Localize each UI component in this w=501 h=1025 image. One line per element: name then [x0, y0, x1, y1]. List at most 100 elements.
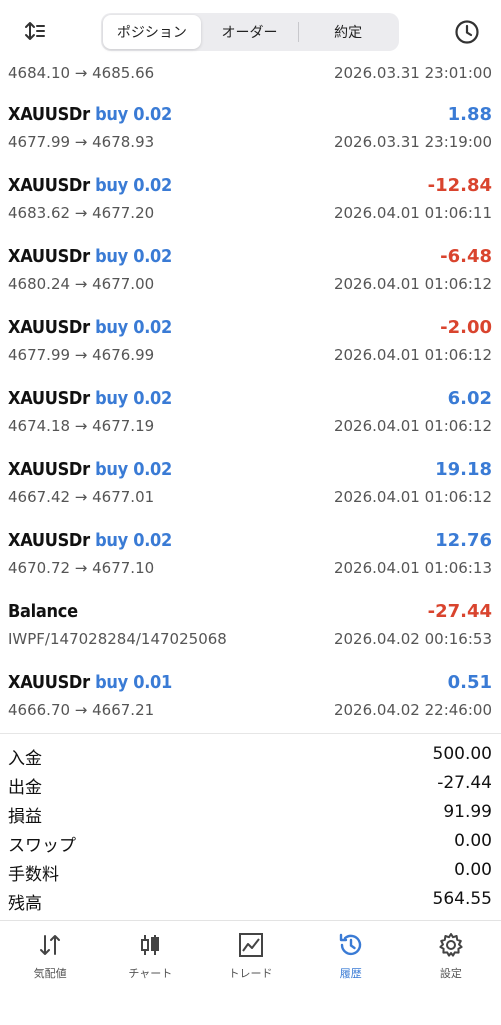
summary-value: 564.55: [432, 889, 492, 909]
list-item[interactable]: XAUUSDr buy 0.02 -6.48 4680.24 → 4677.00 20…: [0, 236, 501, 307]
close-time: 2026.04.01 01:06:12: [333, 275, 492, 293]
list-item[interactable]: XAUUSDr buy 0.02 19.18 4667.42 → 4677.01 20…: [0, 449, 501, 520]
side-volume-label: buy 0.02: [95, 104, 172, 125]
price-range: 4667.42 → 4677.01: [8, 488, 155, 506]
list-item[interactable]: XAUUSDr buy 0.02 1.88 4677.99 → 4678.93 202…: [0, 94, 501, 165]
deal-title: XAUUSDr buy 0.02: [8, 317, 172, 338]
summary-row: 出金 -27.44: [0, 769, 501, 798]
symbol-label: XAUUSDr: [8, 388, 90, 409]
list-item[interactable]: 4684.10 → 4685.66 2026.03.31 23:01:00: [0, 58, 501, 94]
profit-value: 19.18: [435, 459, 492, 480]
deal-title: XAUUSDr buy 0.02: [8, 388, 172, 409]
price-range: 4680.24 → 4677.00: [8, 275, 155, 293]
top-bar: ポジション オーダー 約定: [0, 0, 501, 62]
summary-divider: [0, 733, 501, 734]
nav-label: 設定: [439, 967, 462, 980]
close-time: 2026.03.31 23:01:00: [333, 64, 492, 82]
nav-label: 気配値: [33, 967, 67, 980]
price-range: 4674.18 → 4677.19: [8, 417, 155, 435]
close-time: 2026.03.31 23:19:00: [333, 133, 492, 151]
close-time: 2026.04.01 01:06:12: [333, 488, 492, 506]
price-range: 4683.62 → 4677.20: [8, 204, 155, 222]
price-range: 4670.72 → 4677.10: [8, 559, 155, 577]
history-icon: [339, 933, 361, 956]
quotes-arrows-icon: [40, 935, 61, 955]
settings-gear-icon: [439, 933, 463, 957]
list-item[interactable]: Balance -27.44 IWPF/147028284/147025068 20…: [0, 591, 501, 662]
profit-value: 12.76: [435, 530, 492, 551]
list-item[interactable]: XAUUSDr buy 0.02 6.02 4674.18 → 4677.19 202…: [0, 378, 501, 449]
history-clock-icon: [455, 20, 479, 44]
profit-value: -2.00: [440, 317, 492, 338]
profit-value: -6.48: [440, 246, 492, 267]
nav-label: チャート: [128, 967, 173, 980]
summary-label: 出金: [8, 778, 42, 798]
summary-row: 残高 564.55: [0, 885, 501, 914]
summary-label: 入金: [8, 749, 42, 769]
close-time: 2026.04.02 22:46:00: [333, 701, 492, 719]
list-item[interactable]: XAUUSDr buy 0.01 0.51 4666.70 → 4667.21 202…: [0, 662, 501, 733]
close-time: 2026.04.01 01:06:11: [333, 204, 492, 222]
summary-value: 0.00: [454, 831, 492, 851]
deal-title: XAUUSDr buy 0.02: [8, 175, 172, 196]
summary-value: 500.00: [432, 744, 492, 764]
nav-settings[interactable]: 設定: [401, 921, 501, 1025]
summary-label: スワップ: [8, 836, 76, 856]
tab-orders[interactable]: オーダー: [201, 15, 299, 49]
period-button[interactable]: [451, 16, 483, 48]
sort-icon: [25, 22, 45, 40]
nav-trade[interactable]: トレード: [200, 921, 300, 1025]
nav-history[interactable]: 履歴: [301, 921, 401, 1025]
profit-value: 1.88: [447, 104, 492, 125]
summary-row: スワップ 0.00: [0, 827, 501, 856]
tab-label: オーダー: [221, 25, 278, 41]
symbol-label: XAUUSDr: [8, 317, 90, 338]
trade-line-chart-icon: [238, 933, 263, 957]
list-item[interactable]: XAUUSDr buy 0.02 -12.84 4683.62 → 4677.20 2…: [0, 165, 501, 236]
bottom-navigation: 気配値 チャート トレード 履歴 設定: [0, 920, 501, 1025]
price-range: IWPF/147028284/147025068: [8, 630, 227, 648]
summary-section: 入金 500.00 出金 -27.44 損益 91.99 スワップ 0.00 手数料 0.00 残高…: [0, 740, 501, 914]
summary-label: 残高: [8, 894, 42, 914]
close-time: 2026.04.01 01:06:12: [333, 346, 492, 364]
tab-label: ポジション: [116, 25, 187, 41]
sort-button[interactable]: [20, 16, 50, 46]
summary-label: 手数料: [8, 865, 59, 885]
symbol-label: XAUUSDr: [8, 459, 90, 480]
side-volume-label: buy 0.02: [95, 246, 172, 267]
summary-row: 損益 91.99: [0, 798, 501, 827]
close-time: 2026.04.01 01:06:13: [333, 559, 492, 577]
side-volume-label: buy 0.02: [95, 388, 172, 409]
side-volume-label: buy 0.02: [95, 530, 172, 551]
side-volume-label: buy 0.02: [95, 459, 172, 480]
side-volume-label: buy 0.01: [95, 672, 172, 693]
summary-value: 91.99: [443, 802, 492, 822]
deal-title: XAUUSDr buy 0.01: [8, 672, 172, 693]
nav-label: トレード: [228, 967, 273, 980]
symbol-label: Balance: [8, 601, 78, 622]
nav-quotes[interactable]: 気配値: [0, 921, 100, 1025]
tab-positions[interactable]: ポジション: [103, 15, 201, 49]
list-item[interactable]: XAUUSDr buy 0.02 12.76 4670.72 → 4677.10 20…: [0, 520, 501, 591]
symbol-label: XAUUSDr: [8, 672, 90, 693]
list-item[interactable]: XAUUSDr buy 0.02 -2.00 4677.99 → 4676.99 20…: [0, 307, 501, 378]
close-time: 2026.04.02 00:16:53: [333, 630, 492, 648]
deal-title: XAUUSDr buy 0.02: [8, 104, 172, 125]
price-range: 4677.99 → 4678.93: [8, 133, 155, 151]
summary-label: 損益: [8, 807, 42, 827]
profit-value: -27.44: [427, 601, 492, 622]
deal-title: XAUUSDr buy 0.02: [8, 530, 172, 551]
summary-value: -27.44: [437, 773, 492, 793]
history-segmented-control: ポジション オーダー 約定: [101, 13, 399, 51]
nav-chart[interactable]: チャート: [100, 921, 200, 1025]
side-volume-label: buy 0.02: [95, 175, 172, 196]
price-range: 4666.70 → 4667.21: [8, 701, 155, 719]
tab-label: 約定: [334, 25, 363, 41]
price-range: 4684.10 → 4685.66: [8, 64, 155, 82]
profit-value: 6.02: [447, 388, 492, 409]
close-time: 2026.04.01 01:06:12: [333, 417, 492, 435]
price-range: 4677.99 → 4676.99: [8, 346, 155, 364]
deal-title: XAUUSDr buy 0.02: [8, 459, 172, 480]
summary-row: 手数料 0.00: [0, 856, 501, 885]
tab-deals[interactable]: 約定: [299, 15, 397, 49]
